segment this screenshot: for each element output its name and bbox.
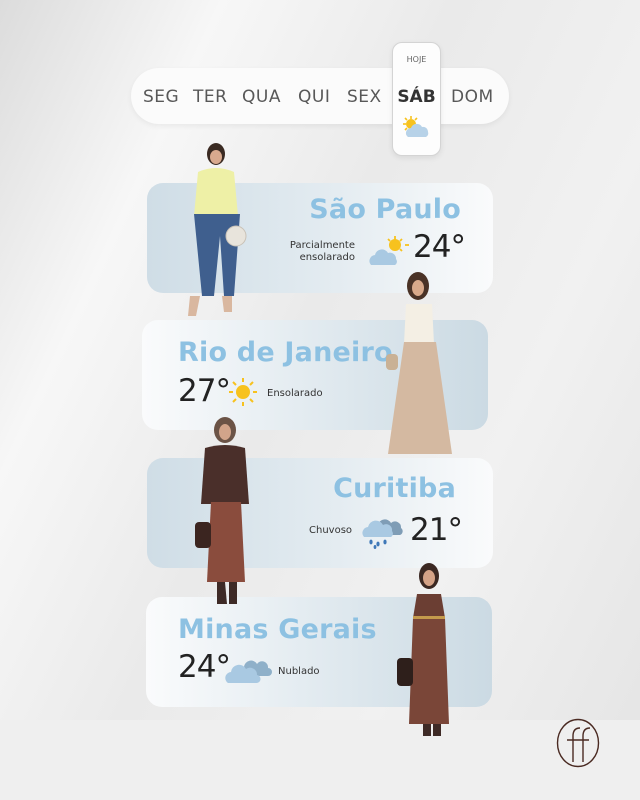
condition-text: Ensolarado [267, 388, 323, 399]
today-label: HOJE [406, 55, 427, 64]
condition-text: Nublado [278, 666, 320, 677]
day-ter[interactable]: TER [193, 87, 227, 107]
temperature: 27° [178, 373, 231, 409]
model-figure-curitiba [195, 417, 249, 604]
today-day: SÁB [397, 87, 436, 107]
condition-text: Chuvoso [309, 525, 353, 536]
temperature: 24° [413, 229, 466, 265]
model-figure-rio-de-janeiro [386, 272, 452, 454]
city-name: São Paulo [309, 194, 461, 225]
model-figure-sao-paulo [188, 143, 247, 316]
temperature: 24° [178, 649, 231, 685]
day-seg[interactable]: SEG [143, 87, 179, 107]
partly-sunny-icon [403, 116, 429, 137]
sun-icon [229, 378, 257, 406]
day-sex[interactable]: SEX [347, 87, 382, 107]
today-pill[interactable]: HOJE SÁB [392, 42, 441, 156]
bottom-band [0, 720, 640, 800]
weekday-bar: SEG TER QUA QUI SEX DOM [131, 68, 509, 124]
day-qui[interactable]: QUI [298, 87, 330, 107]
ff-monogram-logo [556, 718, 600, 768]
day-qua[interactable]: QUA [242, 87, 281, 107]
rain-cloud-icon [362, 519, 403, 549]
cloud-icon [225, 660, 272, 684]
city-name: Rio de Janeiro [178, 337, 393, 368]
model-figure-minas-gerais [397, 563, 449, 736]
city-name: Minas Gerais [178, 614, 377, 645]
partly-sunny-icon [369, 236, 409, 265]
city-name: Curitiba [333, 473, 456, 504]
day-dom[interactable]: DOM [451, 87, 494, 107]
condition-text: Parcialmente ensolarado [289, 240, 355, 263]
temperature: 21° [410, 512, 463, 548]
